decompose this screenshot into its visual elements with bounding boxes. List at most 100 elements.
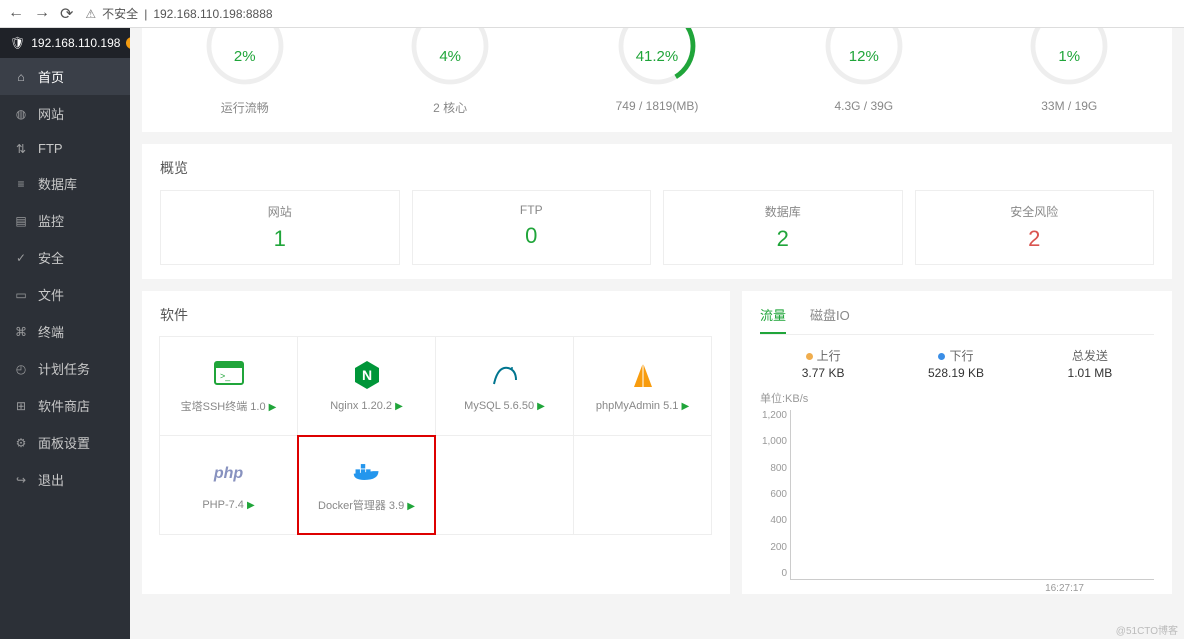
gauge-value: 1% <box>1029 48 1109 65</box>
sidebar-item-shield[interactable]: ✓安全 <box>0 239 130 276</box>
software-empty <box>435 435 574 535</box>
overview-label: 安全风险 <box>916 203 1154 220</box>
svg-text:>_: >_ <box>220 371 231 381</box>
overview-item[interactable]: 数据库 2 <box>663 190 903 265</box>
sidebar-item-terminal[interactable]: ⌘终端 <box>0 313 130 350</box>
software-label: Docker管理器 3.9 ▶ <box>318 497 415 513</box>
reload-button[interactable]: ⟳ <box>60 4 73 24</box>
ytick: 600 <box>759 489 787 500</box>
play-icon: ▶ <box>395 401 403 412</box>
apps-icon: ⊞ <box>14 399 28 413</box>
sidebar-item-ftp[interactable]: ⇅FTP <box>0 132 130 165</box>
main-content: 2% 运行流畅 4% 2 核心 41.2% 749 / 1819(MB) 12%… <box>130 28 1184 639</box>
play-icon: ▶ <box>681 401 689 412</box>
watermark: @51CTO博客 <box>1116 622 1178 637</box>
gauge-value: 4% <box>410 48 490 65</box>
net-stat: 上行 3.77 KB <box>802 347 845 380</box>
sidebar-item-label: 计划任务 <box>38 359 90 378</box>
software-item-php[interactable]: php PHP-7.4 ▶ <box>159 435 298 535</box>
overview-value: 2 <box>664 226 902 252</box>
gauge-item[interactable]: 41.2% 749 / 1819(MB) <box>616 36 699 116</box>
software-empty <box>573 435 712 535</box>
overview-title: 概览 <box>160 158 1154 178</box>
overview-label: 网站 <box>161 203 399 220</box>
gauge-item[interactable]: 2% 运行流畅 <box>205 36 285 116</box>
gauge-label: 33M / 19G <box>1041 99 1097 113</box>
gauge-label: 2 核心 <box>433 99 467 116</box>
ytick: 800 <box>759 463 787 474</box>
gauge-item[interactable]: 12% 4.3G / 39G <box>824 36 904 116</box>
net-stat: 下行528.19 KB <box>928 347 984 380</box>
sidebar-item-label: FTP <box>38 141 63 156</box>
stat-label: 上行 <box>817 349 841 363</box>
play-icon: ▶ <box>269 402 277 413</box>
software-label: PHP-7.4 ▶ <box>202 499 254 511</box>
ytick: 0 <box>759 568 787 579</box>
browser-toolbar: ← → ⟳ ⚠ 不安全 | 192.168.110.198:8888 <box>0 0 1184 28</box>
sidebar-item-label: 安全 <box>38 248 64 267</box>
software-item-docker[interactable]: Docker管理器 3.9 ▶ <box>297 435 436 535</box>
ssh-icon: >_ <box>214 358 244 388</box>
overview-value: 1 <box>161 226 399 252</box>
chart-xlabel: 16:27:17 <box>1045 583 1084 594</box>
sidebar-item-clock[interactable]: ◴计划任务 <box>0 350 130 387</box>
overview-item[interactable]: 安全风险2 <box>915 190 1155 265</box>
software-label: phpMyAdmin 5.1 ▶ <box>596 400 689 412</box>
forward-button[interactable]: → <box>34 4 50 24</box>
sidebar-item-globe[interactable]: ◍网站 <box>0 95 130 132</box>
back-button[interactable]: ← <box>8 4 24 24</box>
folder-icon: ▭ <box>14 288 28 302</box>
gauge-value: 12% <box>824 48 904 65</box>
sidebar-item-gear[interactable]: ⚙面板设置 <box>0 424 130 461</box>
network-card: 流量 磁盘IO 上行3.77 KB下行528.19 KB总发送1.01 MB 单… <box>742 291 1172 594</box>
sidebar-item-folder[interactable]: ▭ 文件 <box>0 276 130 313</box>
software-label: 宝塔SSH终端 1.0 ▶ <box>181 398 277 414</box>
ip-bar[interactable]: 🛡 192.168.110.198 0 <box>0 28 130 58</box>
play-icon: ▶ <box>247 500 255 511</box>
ytick: 200 <box>759 542 787 553</box>
sidebar-item-label: 终端 <box>38 322 64 341</box>
ytick: 1,200 <box>759 410 787 421</box>
sidebar-item-apps[interactable]: ⊞软件商店 <box>0 387 130 424</box>
sidebar-item-label: 文件 <box>38 285 64 304</box>
exit-icon: ↪ <box>14 473 28 487</box>
shield-icon: 🛡 <box>10 36 25 50</box>
software-label: MySQL 5.6.50 ▶ <box>464 400 545 412</box>
dot-icon <box>938 353 945 360</box>
software-item-ssh[interactable]: >_ 宝塔SSH终端 1.0 ▶ <box>159 336 298 436</box>
overview-value: 0 <box>413 223 651 249</box>
overview-label: 数据库 <box>664 203 902 220</box>
sidebar-item-label: 退出 <box>38 470 64 489</box>
software-item-nginx[interactable]: NNginx 1.20.2 ▶ <box>297 336 436 436</box>
php-icon: php <box>214 459 244 489</box>
ytick: 1,000 <box>759 436 787 447</box>
stat-label: 总发送 <box>1072 349 1108 363</box>
stat-value: 3.77 KB <box>802 366 845 380</box>
sidebar-item-exit[interactable]: ↪ 退出 <box>0 461 130 498</box>
play-icon: ▶ <box>537 401 545 412</box>
software-item-mysql[interactable]: MySQL 5.6.50 ▶ <box>435 336 574 436</box>
gauge-item[interactable]: 4% 2 核心 <box>410 36 490 116</box>
gauge-label: 4.3G / 39G <box>834 99 893 113</box>
sidebar-item-label: 首页 <box>38 67 64 86</box>
dot-icon <box>806 353 813 360</box>
gauge-label: 运行流畅 <box>221 99 269 116</box>
sidebar-item-monitor[interactable]: ▤监控 <box>0 202 130 239</box>
overview-item[interactable]: 网站 1 <box>160 190 400 265</box>
insecure-label: 不安全 <box>102 5 138 22</box>
db-icon: ≡ <box>14 177 28 191</box>
sidebar-item-home[interactable]: ⌂ 首页 <box>0 58 130 95</box>
software-item-pma[interactable]: phpMyAdmin 5.1 ▶ <box>573 336 712 436</box>
net-stat: 总发送1.01 MB <box>1068 347 1113 380</box>
sidebar-item-db[interactable]: ≡ 数据库 <box>0 165 130 202</box>
overview-item[interactable]: FTP0 <box>412 190 652 265</box>
tab-diskio[interactable]: 磁盘IO <box>810 305 850 334</box>
url-text[interactable]: 192.168.110.198:8888 <box>153 7 272 21</box>
gauge-item[interactable]: 1% 33M / 19G <box>1029 36 1109 116</box>
server-ip: 192.168.110.198 <box>31 36 120 50</box>
gauge-value: 2% <box>205 48 285 65</box>
home-icon: ⌂ <box>14 70 28 84</box>
tab-traffic[interactable]: 流量 <box>760 305 786 334</box>
sidebar-item-label: 监控 <box>38 211 64 230</box>
sidebar-item-label: 数据库 <box>38 174 77 193</box>
